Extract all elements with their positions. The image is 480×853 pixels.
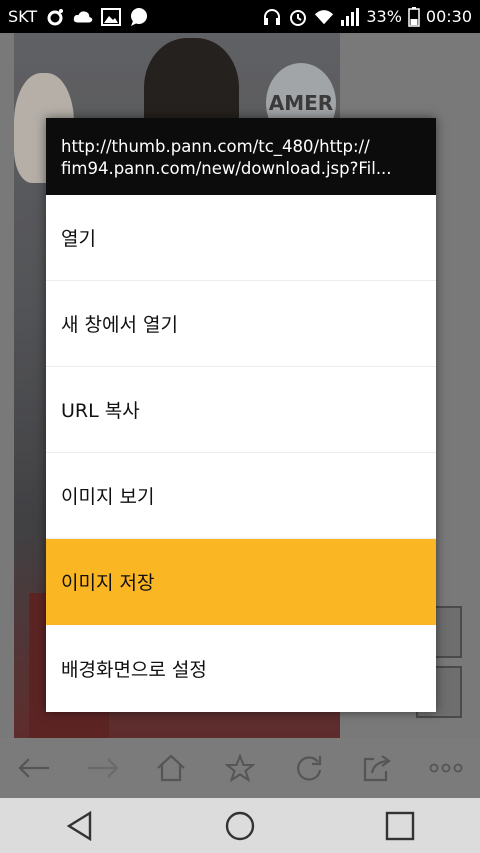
system-navigation-bar [0, 798, 480, 853]
recents-square-icon[interactable] [370, 801, 430, 851]
menu-item-copy-url[interactable]: URL 복사 [46, 367, 436, 453]
more-icon[interactable] [422, 744, 470, 792]
share-icon[interactable] [353, 744, 401, 792]
image-icon [101, 7, 122, 26]
url-line-1: http://thumb.pann.com/tc_480/http:// [61, 137, 370, 156]
signal-icon [341, 7, 360, 26]
menu-item-open[interactable]: 열기 [46, 195, 436, 281]
refresh-icon[interactable] [285, 744, 333, 792]
carrier-label: SKT [8, 7, 38, 26]
headphones-icon [264, 8, 281, 25]
menu-item-view-image[interactable]: 이미지 보기 [46, 453, 436, 539]
cloud-icon [73, 10, 93, 22]
context-menu-url-header: http://thumb.pann.com/tc_480/http:// fim… [46, 118, 436, 195]
battery-icon [408, 6, 420, 27]
alarm-icon [290, 9, 307, 26]
status-bar: SKT 33% 00:30 [0, 0, 480, 33]
app-notification-icon [47, 8, 64, 25]
link-context-menu: http://thumb.pann.com/tc_480/http:// fim… [46, 118, 436, 712]
back-arrow-icon[interactable] [10, 744, 58, 792]
home-icon[interactable] [147, 744, 195, 792]
wifi-icon [315, 9, 334, 24]
url-line-2: fim94.pann.com/new/download.jsp?Fil... [61, 159, 392, 178]
star-icon[interactable] [216, 744, 264, 792]
menu-item-open-new-window[interactable]: 새 창에서 열기 [46, 281, 436, 367]
home-circle-icon[interactable] [210, 801, 270, 851]
forward-arrow-icon[interactable] [79, 744, 127, 792]
browser-toolbar [0, 738, 480, 798]
clock: 00:30 [425, 7, 472, 26]
menu-item-set-wallpaper[interactable]: 배경화면으로 설정 [46, 625, 436, 711]
chat-bubble-icon [131, 7, 148, 26]
menu-item-save-image[interactable]: 이미지 저장 [46, 539, 436, 625]
battery-percent: 33% [366, 7, 402, 26]
back-triangle-icon[interactable] [50, 801, 110, 851]
